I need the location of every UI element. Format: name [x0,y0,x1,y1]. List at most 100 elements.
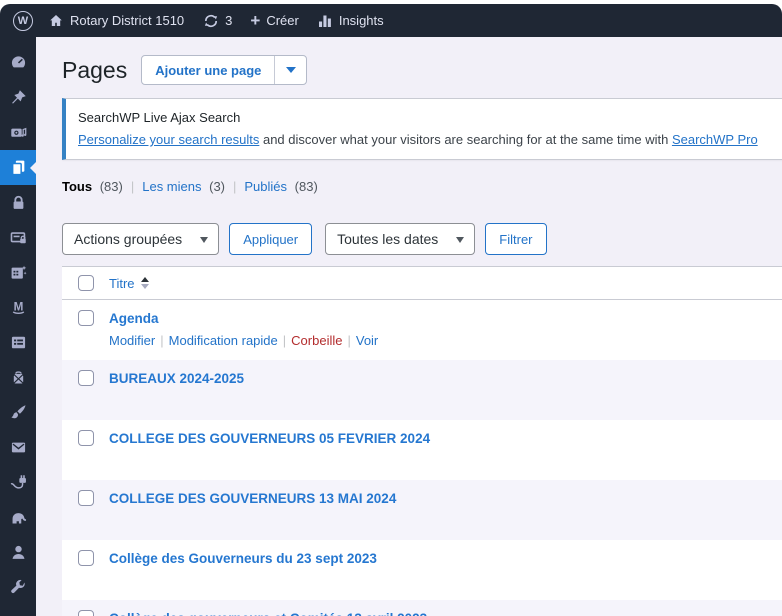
sidebar-item-tools[interactable] [0,570,36,605]
updates-icon [205,14,218,27]
separator: | [233,179,237,194]
searchwp-notice: SearchWP Live Ajax Search Personalize yo… [62,98,782,160]
admin-menu-sidebar: M [0,37,36,616]
pages-admin-content: Pages Ajouter une page SearchWP Live Aja… [36,37,782,616]
select-all-checkbox[interactable] [77,275,94,291]
view-all[interactable]: Tous (83) [62,179,123,194]
elephant-icon [12,513,26,524]
bulk-actions-select[interactable]: Actions groupées [62,223,220,255]
row-checkbox[interactable] [77,490,94,506]
row-actions: Modifier | Modification rapide | Corbeille | V… [109,333,379,348]
row-checkbox[interactable] [77,550,94,566]
page-title-link[interactable]: Agenda [109,310,159,327]
sort-icon [140,273,149,293]
create-label: Créer [266,13,299,28]
searchwp-pro-link[interactable]: SearchWP Pro [672,132,758,147]
wordpress-logo-icon[interactable]: W [13,10,33,31]
media-icon [10,127,26,137]
plus-icon: + [250,10,261,30]
page-title-link[interactable]: COLLEGE DES GOUVERNEURS 05 FEVRIER 2024 [109,430,430,447]
insights-label: Insights [338,13,384,28]
add-page-dropdown-toggle[interactable] [274,56,306,84]
table-row: Agenda Modifier | Modification rapide | Corb… [62,300,782,360]
page-title-link[interactable]: Collège des Gouverneurs du 23 sept 2023 [109,550,377,567]
page-title-link[interactable]: COLLEGE DES GOUVERNEURS 13 MAI 2024 [109,490,396,507]
svg-text:M: M [13,300,23,313]
lock-icon [13,195,23,209]
user-icon [12,545,24,559]
sidebar-item-mail[interactable] [0,430,36,465]
title-column-header[interactable]: Titre [109,273,149,293]
sidebar-item-appearance[interactable] [0,395,36,430]
notice-body-text: and discover what your visitors are sear… [259,132,672,147]
view-published[interactable]: Publiés (83) [244,179,317,194]
sidebar-item-elephant[interactable] [0,500,36,535]
sidebar-item-lock[interactable] [0,185,36,220]
page-title: Pages [62,57,128,83]
edit-link[interactable]: Modifier [109,333,155,348]
sidebar-item-dashboard[interactable] [0,45,36,80]
table-filter-bar: Actions groupées Appliquer Toutes les da… [62,223,782,255]
pages-icon [11,160,24,176]
wordpress-admin-window: W Rotary District 1510 3 + Créer Insight… [0,4,782,616]
page-title-link[interactable]: Collège des gouverneurs et Comités 13 av… [109,610,427,616]
post-status-views: Tous (83) | Les miens (3) | Publiés (83) [62,179,782,194]
site-name: Rotary District 1510 [70,13,185,28]
page-title-link[interactable]: BUREAUX 2024-2025 [109,370,244,387]
sidebar-item-membership[interactable] [0,220,36,255]
plug-icon [10,475,26,489]
view-link[interactable]: Voir [356,333,378,348]
dashboard-icon [11,56,25,70]
filter-button[interactable]: Filtrer [485,223,547,255]
caret-down-icon [285,67,296,78]
sidebar-item-users[interactable] [0,535,36,570]
sidebar-item-media[interactable] [0,115,36,150]
add-page-button[interactable]: Ajouter une page [142,56,274,84]
add-page-split-button: Ajouter une page [141,55,308,85]
card-lock-icon [10,232,26,244]
trash-link[interactable]: Corbeille [291,333,342,348]
table-row: BUREAUX 2024-2025 [62,360,782,420]
table-header-row: Titre [62,267,782,300]
row-checkbox[interactable] [77,310,94,326]
home-icon [50,14,62,26]
lantern-icon [13,371,23,384]
envelope-icon [11,442,25,453]
separator: | [130,179,135,194]
sidebar-item-m-plugin[interactable]: M [0,290,36,325]
personalize-results-link[interactable]: Personalize your search results [78,132,259,147]
sidebar-item-forms[interactable] [0,325,36,360]
updates-count: 3 [225,13,233,28]
new-content-menu[interactable]: + Créer [250,10,299,30]
m-logo-icon: M [12,300,24,315]
sidebar-item-pages[interactable] [0,150,36,185]
sidebar-item-posts[interactable] [0,80,36,115]
sidebar-item-lantern[interactable] [0,360,36,395]
site-menu[interactable]: Rotary District 1510 [48,13,184,29]
table-row: Collège des gouverneurs et Comités 13 av… [62,600,782,616]
notice-title: SearchWP Live Ajax Search [78,110,241,125]
insights-menu[interactable]: Insights [317,13,384,29]
calendar-icon [11,265,27,279]
admin-bar: W Rotary District 1510 3 + Créer Insight… [0,4,782,37]
row-checkbox[interactable] [77,370,94,386]
updates-menu[interactable]: 3 [203,13,232,29]
apply-button[interactable]: Appliquer [229,223,313,255]
table-row: COLLEGE DES GOUVERNEURS 05 FEVRIER 2024 [62,420,782,480]
row-checkbox[interactable] [77,610,94,616]
pin-icon [11,90,26,104]
sidebar-item-events[interactable] [0,255,36,290]
sidebar-item-plugins[interactable] [0,465,36,500]
chevron-down-icon [456,236,465,247]
table-row: COLLEGE DES GOUVERNEURS 13 MAI 2024 [62,480,782,540]
table-row: Collège des Gouverneurs du 23 sept 2023 [62,540,782,600]
view-mine[interactable]: Les miens (3) [142,179,225,194]
chevron-down-icon [200,236,209,247]
dates-filter-select[interactable]: Toutes les dates [325,223,476,255]
row-checkbox[interactable] [77,430,94,446]
form-icon [11,336,25,349]
bar-chart-icon [318,15,331,27]
wrench-icon [10,579,25,594]
quick-edit-link[interactable]: Modification rapide [169,333,278,348]
pages-list-table: Titre Agenda Modifier | Modification rapid… [62,266,782,616]
